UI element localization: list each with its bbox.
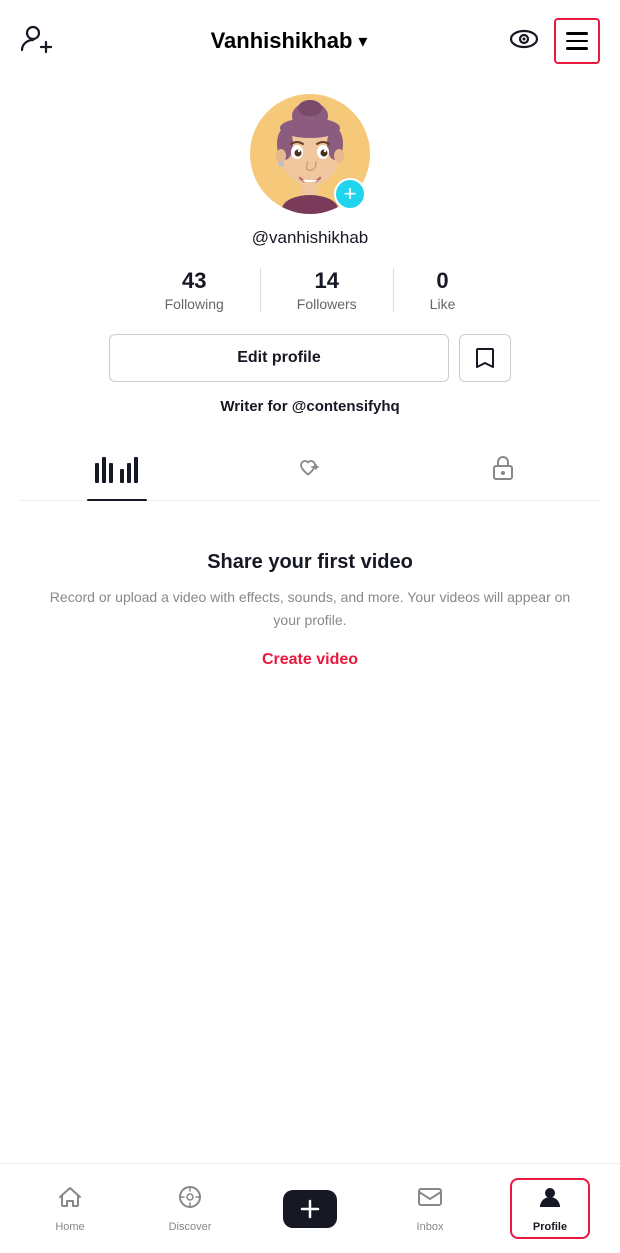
nav-profile-label: Profile <box>533 1221 567 1233</box>
nav-profile[interactable]: Profile <box>510 1178 590 1239</box>
username-handle: @vanhishikhab <box>252 228 369 248</box>
avatar-wrapper: + <box>250 94 370 214</box>
add-person-icon <box>20 22 54 56</box>
add-friend-button[interactable] <box>20 22 70 61</box>
nav-inbox[interactable]: Inbox <box>390 1184 470 1233</box>
bio-mention[interactable]: @contensifyhq <box>292 398 400 415</box>
following-label: Following <box>165 296 224 312</box>
nav-post[interactable] <box>270 1190 350 1228</box>
home-icon <box>57 1184 83 1217</box>
eye-icon <box>508 23 540 55</box>
empty-state-description: Record or upload a video with effects, s… <box>40 586 580 631</box>
inbox-icon <box>417 1184 443 1217</box>
nav-home[interactable]: Home <box>30 1184 110 1233</box>
followers-count: 14 <box>314 268 338 294</box>
nav-discover[interactable]: Discover <box>150 1184 230 1233</box>
bookmark-button[interactable] <box>459 334 511 382</box>
create-video-button[interactable]: Create video <box>262 651 358 669</box>
tab-private[interactable] <box>407 439 600 500</box>
empty-state: Share your first video Record or upload … <box>0 501 620 709</box>
tab-liked[interactable] <box>213 439 406 500</box>
menu-line-1 <box>566 32 588 35</box>
following-stat[interactable]: 43 Following <box>129 268 261 312</box>
stats-row: 43 Following 14 Followers 0 Like <box>129 268 492 312</box>
tab-videos[interactable] <box>20 439 213 500</box>
profile-icon <box>537 1184 563 1217</box>
heart-linked-icon <box>296 453 324 486</box>
lock-icon <box>489 453 517 486</box>
bookmark-icon <box>473 346 497 370</box>
menu-line-2 <box>566 40 588 43</box>
grid-icon <box>95 457 138 483</box>
discover-icon <box>177 1184 203 1217</box>
tabs-row <box>20 439 600 501</box>
menu-line-3 <box>566 47 588 50</box>
plus-icon <box>299 1198 321 1220</box>
following-count: 43 <box>182 268 206 294</box>
profile-section: + @vanhishikhab 43 Following 14 Follower… <box>0 74 620 501</box>
dropdown-arrow: ▾ <box>358 31 367 52</box>
nav-home-label: Home <box>55 1221 84 1233</box>
username-text: Vanhishikhab <box>211 28 353 54</box>
followers-stat[interactable]: 14 Followers <box>261 268 394 312</box>
top-bar: Vanhishikhab ▾ <box>0 0 620 74</box>
likes-stat[interactable]: 0 Like <box>394 268 492 312</box>
likes-count: 0 <box>436 268 448 294</box>
bottom-nav: Home Discover <box>0 1163 620 1253</box>
menu-button[interactable] <box>554 18 600 64</box>
top-bar-actions <box>508 18 600 64</box>
likes-label: Like <box>430 296 456 312</box>
edit-profile-button[interactable]: Edit profile <box>109 334 449 382</box>
nav-inbox-label: Inbox <box>417 1221 444 1233</box>
empty-state-title: Share your first video <box>207 551 413 574</box>
bio-text-prefix: Writer for <box>220 398 291 415</box>
action-buttons: Edit profile <box>20 334 600 382</box>
bio: Writer for @contensifyhq <box>220 398 399 415</box>
eye-button[interactable] <box>508 23 540 60</box>
add-to-profile-button[interactable]: + <box>334 178 366 210</box>
post-button[interactable] <box>283 1190 337 1228</box>
profile-username-title[interactable]: Vanhishikhab ▾ <box>211 28 368 54</box>
followers-label: Followers <box>297 296 357 312</box>
nav-discover-label: Discover <box>169 1221 212 1233</box>
